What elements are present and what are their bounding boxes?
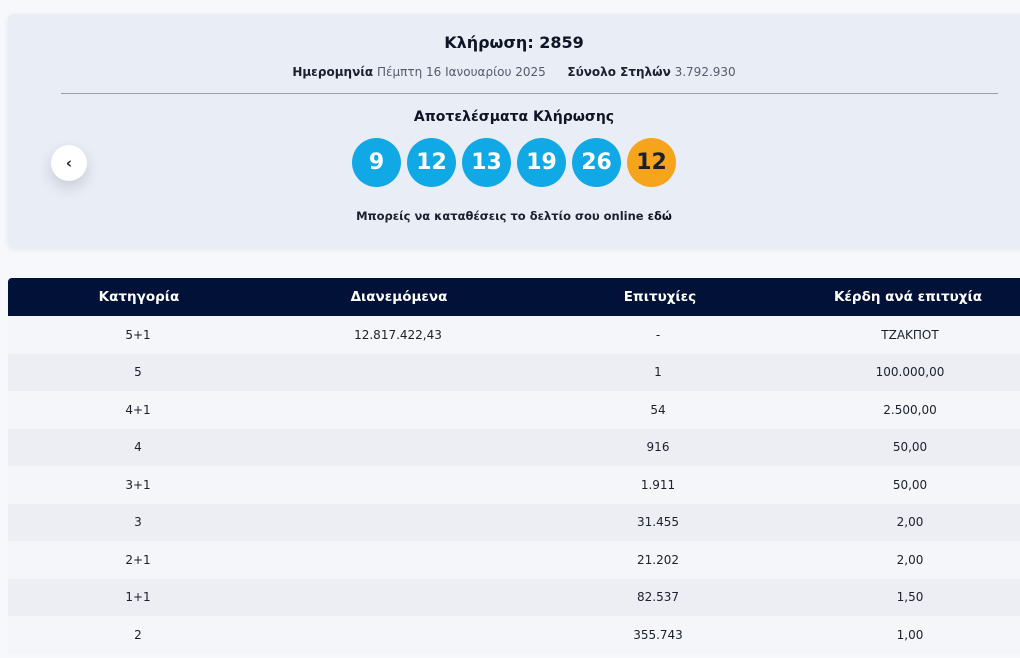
cell-winners: 21.202 <box>637 552 679 567</box>
winning-numbers: 9 12 13 19 26 12 <box>8 138 1020 187</box>
table-row: 2+1 21.202 2,00 <box>8 541 1020 579</box>
online-text: Μπορείς να καταθέσεις το δελτίο σου onli… <box>356 209 644 223</box>
cell-prize: 2.500,00 <box>883 402 937 417</box>
number-ball: 26 <box>572 138 621 187</box>
header-distributed: Διανεμόμενα <box>350 289 448 305</box>
draw-title: Κλήρωση: 2859 <box>444 33 584 52</box>
draw-card: Κλήρωση: 2859 Ημερομηνία Πέμπτη 16 Ιανου… <box>8 14 1020 247</box>
number-ball: 9 <box>352 138 401 187</box>
header-winners: Επιτυχίες <box>623 289 697 305</box>
date-value: Πέμπτη 16 Ιανουαρίου 2025 <box>377 65 546 79</box>
cell-category: 2+1 <box>125 552 151 567</box>
cell-category: 4 <box>134 440 142 455</box>
cell-winners: 355.743 <box>633 627 683 642</box>
cell-prize: 50,00 <box>892 440 928 455</box>
header-category: Κατηγορία <box>98 289 180 305</box>
cell-winners: - <box>655 327 661 342</box>
cell-winners: 916 <box>646 440 670 455</box>
table-row: 4+1 54 2.500,00 <box>8 391 1020 429</box>
date-label: Ημερομηνία <box>292 65 374 79</box>
table-row: 4 916 50,00 <box>8 428 1020 466</box>
table-row: 2 355.743 1,00 <box>8 616 1020 654</box>
table-header: Κατηγορία Διανεμόμενα Επιτυχίες Κέρδη αν… <box>8 278 1020 316</box>
divider <box>61 93 998 94</box>
cell-category: 4+1 <box>125 402 151 417</box>
table-row: 3 31.455 2,00 <box>8 503 1020 541</box>
columns-value: 3.792.930 <box>674 65 736 79</box>
table-row: 5+1 12.817.422,43 - ΤΖΑΚΠΟΤ <box>8 316 1020 354</box>
cell-category: 3 <box>134 515 142 530</box>
results-title: Αποτελέσματα Κλήρωσης <box>413 109 615 125</box>
table-row: 3+1 1.911 50,00 <box>8 466 1020 504</box>
cell-category: 3+1 <box>125 477 151 492</box>
number-ball: 13 <box>462 138 511 187</box>
cell-prize: 1,50 <box>896 590 924 605</box>
number-ball: 19 <box>517 138 566 187</box>
cell-winners: 31.455 <box>637 515 679 530</box>
table-row: 5 1 100.000,00 <box>8 353 1020 391</box>
cell-category: 2 <box>134 627 142 642</box>
draw-meta: Ημερομηνία Πέμπτη 16 Ιανουαρίου 2025 Σύν… <box>8 65 1020 79</box>
cell-category: 1+1 <box>125 590 151 605</box>
cell-prize: 2,00 <box>896 552 924 567</box>
cell-winners: 54 <box>650 402 666 417</box>
number-ball: 12 <box>407 138 456 187</box>
columns-label: Σύνολο Στηλών <box>567 65 671 79</box>
cell-winners: 1 <box>654 365 662 380</box>
cell-winners: 1.911 <box>640 477 676 492</box>
header-prize-per-winner: Κέρδη ανά επιτυχία <box>833 289 983 305</box>
cell-category: 5 <box>134 365 142 380</box>
cell-prize: 50,00 <box>892 477 928 492</box>
prize-table: Κατηγορία Διανεμόμενα Επιτυχίες Κέρδη αν… <box>8 278 1020 654</box>
cell-prize: ΤΖΑΚΠΟΤ <box>881 327 939 342</box>
cell-distributed: 12.817.422,43 <box>354 327 442 342</box>
cell-prize: 1,00 <box>896 627 924 642</box>
cell-category: 5+1 <box>125 327 151 342</box>
bonus-ball: 12 <box>627 138 676 187</box>
cell-prize: 2,00 <box>896 515 924 530</box>
cell-winners: 82.537 <box>637 590 679 605</box>
online-bet-link[interactable]: εδώ <box>648 209 672 223</box>
online-bet-notice: Μπορείς να καταθέσεις το δελτίο σου onli… <box>8 209 1020 223</box>
table-body: 5+1 12.817.422,43 - ΤΖΑΚΠΟΤ 5 1 100.000,… <box>8 316 1020 654</box>
table-row: 1+1 82.537 1,50 <box>8 578 1020 616</box>
cell-prize: 100.000,00 <box>875 365 945 380</box>
